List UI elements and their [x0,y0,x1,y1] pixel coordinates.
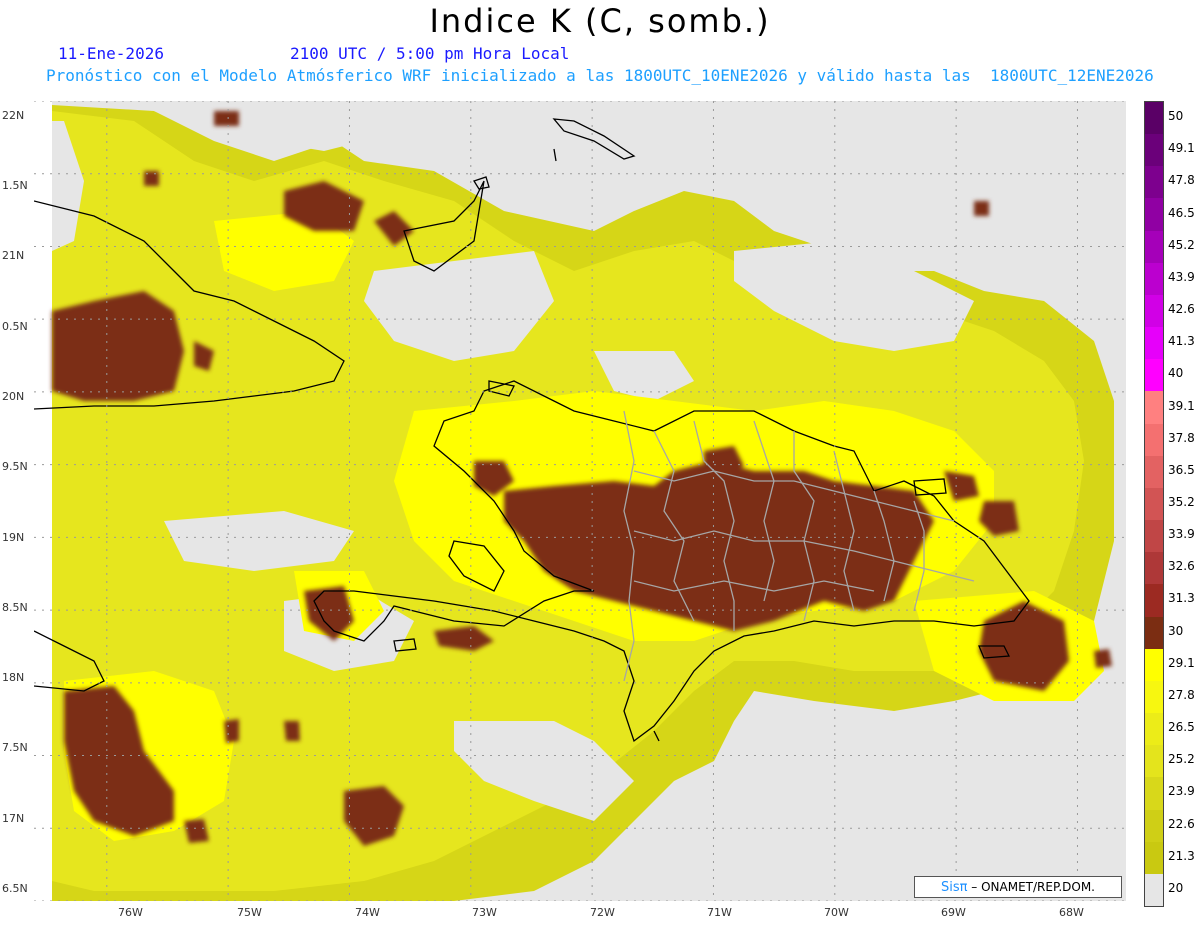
color-scale-label: 27.8 [1168,687,1195,702]
forecast-description: Pronóstico con el Modelo Atmósferico WRF… [46,66,1154,85]
color-scale-label: 46.5 [1168,205,1195,220]
lat-tick-label: 21N [2,249,25,262]
color-scale-label: 43.9 [1168,269,1195,284]
lon-tick-label: 72W [590,906,615,919]
color-scale-label: 41.3 [1168,334,1195,349]
color-scale-cell [1145,487,1163,521]
color-scale-cell [1145,745,1163,778]
lat-tick-label: 20N [2,390,25,403]
color-scale-cell [1145,102,1163,135]
color-scale-bar [1144,101,1164,907]
color-scale-label: 22.6 [1168,816,1195,831]
color-scale-label: 32.6 [1168,559,1195,574]
valid-time: 2100 UTC / 5:00 pm Hora Local [290,44,570,63]
color-scale-label: 47.8 [1168,173,1195,188]
lat-tick-label: 17N [2,812,25,825]
color-scale-cell [1145,520,1163,553]
lat-tick-label: 8.5N [2,601,28,614]
color-scale-cell [1145,616,1163,650]
color-scale-label: 26.5 [1168,720,1195,735]
map-left-strip [34,101,52,901]
color-scale-label: 33.9 [1168,527,1195,542]
lon-tick-label: 73W [472,906,497,919]
color-scale-cell [1145,423,1163,457]
color-scale-label: 45.2 [1168,237,1195,252]
chart-title: Indice K (C, somb.) [429,2,771,40]
color-scale-cell [1145,777,1163,811]
color-scale-cell [1145,713,1163,746]
color-scale-label: 37.8 [1168,430,1195,445]
lon-tick-label: 75W [237,906,262,919]
color-scale-label: 40 [1168,366,1184,381]
color-scale-cell [1145,841,1163,875]
lon-tick-label: 71W [707,906,732,919]
color-scale-label: 21.3 [1168,848,1195,863]
color-scale-cell [1145,134,1163,167]
color-scale-label: 39.1 [1168,398,1195,413]
color-scale-label: 42.6 [1168,302,1195,317]
lat-tick-label: 19N [2,531,25,544]
color-scale-cell [1145,391,1163,425]
color-scale-cell [1145,873,1163,907]
color-scale-label: 25.2 [1168,752,1195,767]
lon-tick-label: 69W [941,906,966,919]
lat-tick-label: 7.5N [2,741,28,754]
color-scale-cell [1145,294,1163,328]
lat-tick-label: 18N [2,671,25,684]
color-scale-label: 20 [1168,880,1184,895]
k-index-map [34,101,1126,901]
color-scale-label: 49.1 [1168,141,1195,156]
color-scale-cell [1145,198,1163,232]
color-scale-cell [1145,327,1163,360]
color-scale-cell [1145,359,1163,392]
color-scale-label: 31.3 [1168,591,1195,606]
map-panel [34,101,1126,901]
brand-logo: Sisπ [940,880,968,895]
color-scale-label: 30 [1168,623,1184,638]
lon-tick-label: 74W [355,906,380,919]
color-scale-cell [1145,809,1163,843]
color-scale-cell [1145,552,1163,585]
lat-tick-label: 22N [2,109,25,122]
color-scale-label: 29.1 [1168,655,1195,670]
color-scale-cell [1145,455,1163,489]
color-scale-cell [1145,584,1163,618]
color-scale-label: 35.2 [1168,495,1195,509]
lon-tick-label: 68W [1059,906,1084,919]
lon-tick-label: 76W [118,906,143,919]
color-scale-cell [1145,648,1163,682]
lat-tick-label: 9.5N [2,460,28,473]
lon-tick-label: 70W [824,906,849,919]
color-scale-cell [1145,680,1163,714]
credit-box: Sisπ – ONAMET/REP.DOM. [914,876,1122,898]
credit-text: – ONAMET/REP.DOM. [971,880,1095,894]
color-scale-label: 23.9 [1168,784,1195,799]
color-scale-label: 36.5 [1168,462,1195,477]
lat-tick-label: 1.5N [2,179,28,192]
color-scale-cell [1145,262,1163,296]
valid-date: 11-Ene-2026 [58,44,164,63]
color-scale-label: 50 [1168,109,1184,124]
color-scale-cell [1145,230,1163,264]
lat-tick-label: 6.5N [2,882,28,895]
color-scale-cell [1145,166,1163,199]
lat-tick-label: 0.5N [2,320,28,333]
